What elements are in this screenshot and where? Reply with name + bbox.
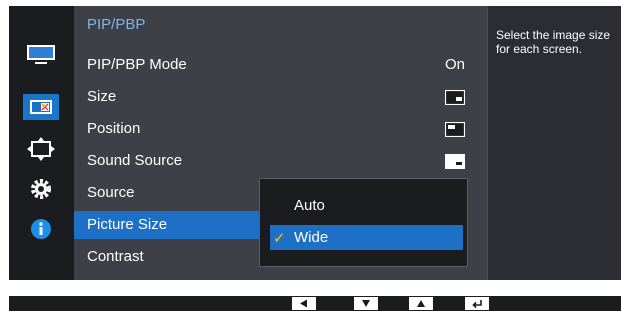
checkmark-icon: ✓ xyxy=(273,230,286,247)
enter-key-icon[interactable] xyxy=(465,297,489,310)
menu-item-sound-source[interactable]: Sound Source xyxy=(74,147,487,175)
picture-in-picture-icon[interactable] xyxy=(23,94,59,120)
dropdown-option-label: Wide xyxy=(294,229,329,246)
dropdown-option-label: Auto xyxy=(294,197,325,214)
help-panel: Select the image size for each screen. xyxy=(487,6,621,280)
down-arrow-key-icon[interactable] xyxy=(354,297,378,310)
menu-item-label: Picture Size xyxy=(87,216,168,233)
dropdown-option-wide[interactable]: ✓ Wide xyxy=(270,225,463,250)
menu-item-size[interactable]: Size xyxy=(74,83,487,111)
menu-item-label: PIP/PBP Mode xyxy=(87,56,187,73)
sound-source-sub-screen-icon xyxy=(445,154,465,169)
menu-item-picture-size[interactable]: Picture Size xyxy=(74,211,260,239)
menu-item-source[interactable]: Source xyxy=(74,179,260,207)
menu-item-pip-pbp-mode[interactable]: PIP/PBP Mode On xyxy=(74,51,487,79)
dropdown-option-auto[interactable]: Auto xyxy=(270,193,463,218)
menu-title: PIP/PBP xyxy=(87,16,146,33)
up-arrow-key-icon[interactable] xyxy=(409,297,433,310)
menu-item-label: Size xyxy=(87,88,117,105)
menu-item-position[interactable]: Position xyxy=(74,115,487,143)
menu-item-label: Sound Source xyxy=(87,152,183,169)
position-top-left-icon xyxy=(445,122,465,137)
menu-item-label: Source xyxy=(87,184,135,201)
osd-icon-sidebar xyxy=(9,6,74,280)
menu-item-label: Position xyxy=(87,120,141,137)
menu-item-contrast[interactable]: Contrast xyxy=(74,243,260,271)
info-icon[interactable] xyxy=(21,214,61,244)
resize-arrows-icon[interactable] xyxy=(21,134,61,164)
size-small-window-icon xyxy=(445,90,465,105)
left-arrow-key-icon[interactable] xyxy=(292,297,316,310)
picture-size-dropdown: Auto ✓ Wide xyxy=(259,178,468,267)
monitor-icon[interactable] xyxy=(21,40,61,70)
menu-item-value: On xyxy=(444,56,465,73)
navigation-key-bar xyxy=(9,296,621,311)
help-text: Select the image size for each screen. xyxy=(496,28,611,56)
menu-item-label: Contrast xyxy=(87,248,144,265)
settings-gear-icon[interactable] xyxy=(21,174,61,204)
